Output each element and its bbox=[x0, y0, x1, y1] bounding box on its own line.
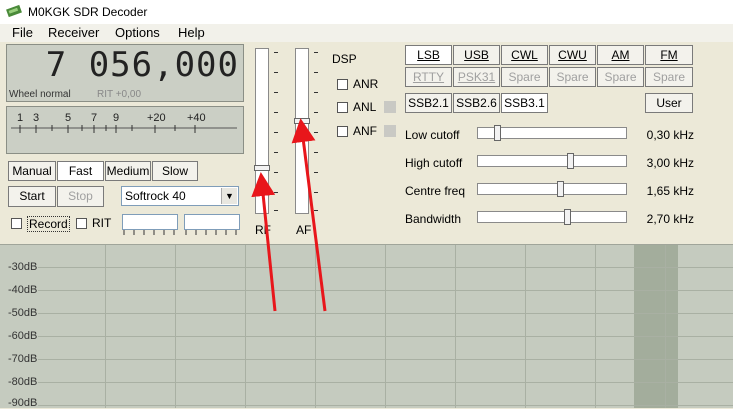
annotation-arrows bbox=[251, 118, 327, 312]
annotation-arrow-rf bbox=[251, 172, 277, 312]
annotation-arrow-af bbox=[291, 118, 327, 312]
